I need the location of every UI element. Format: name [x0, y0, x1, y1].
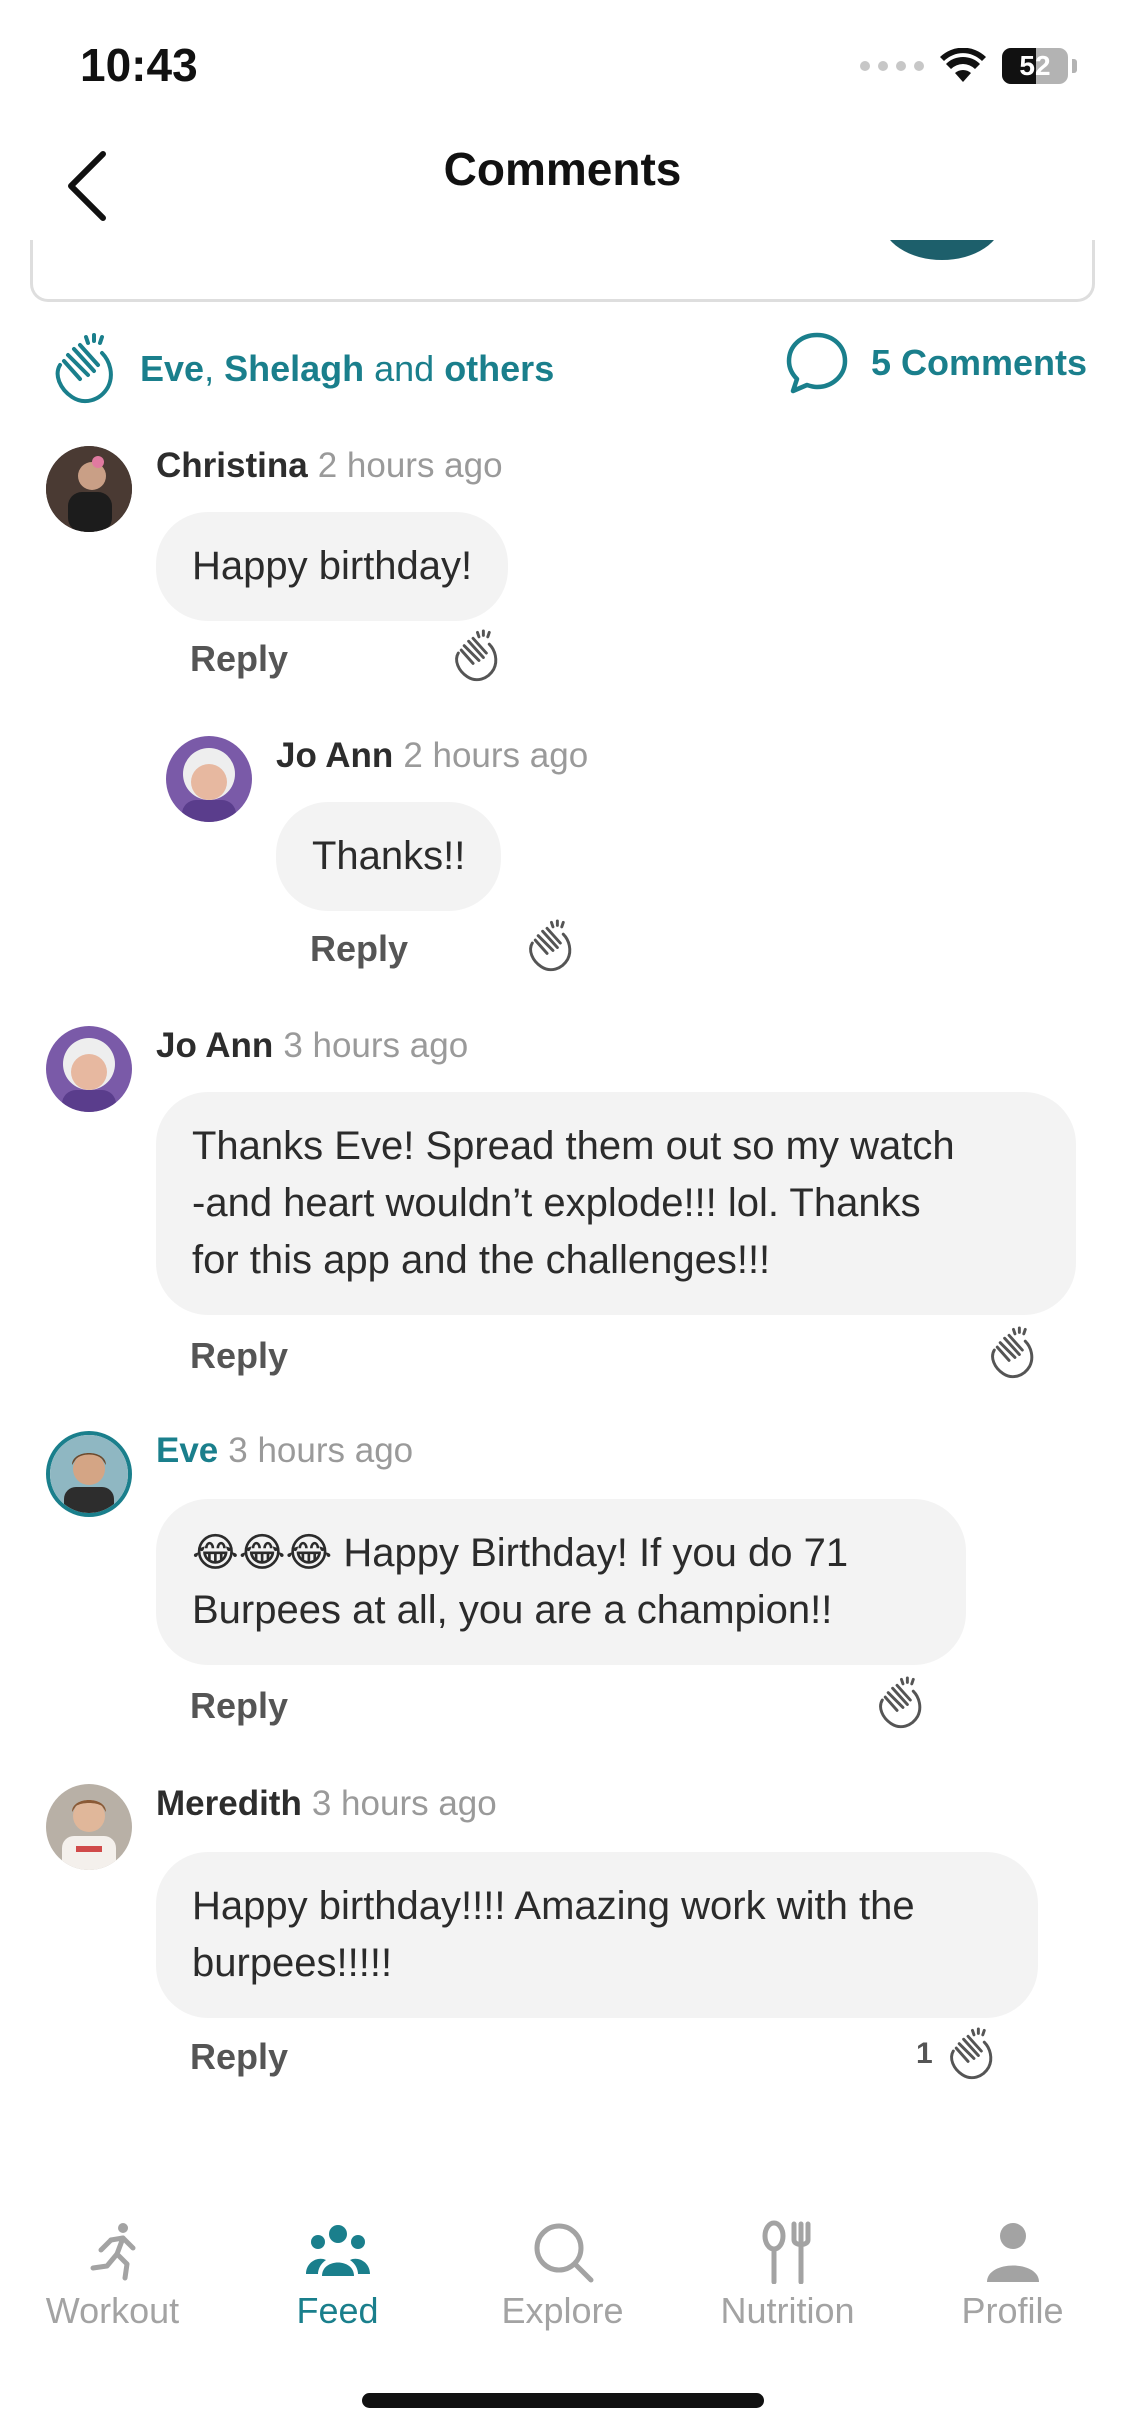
- tab-bar: Workout Feed Explore Nutrition Profile: [0, 2200, 1125, 2340]
- clap-button[interactable]: [872, 1675, 928, 1731]
- reply-button[interactable]: Reply: [190, 638, 288, 680]
- comment-item: Meredith 3 hours ago Happy birthday!!!! A…: [0, 1778, 1125, 2108]
- liker-and: and: [364, 348, 445, 389]
- fork-knife-icon: [762, 2220, 810, 2284]
- wifi-icon: [940, 48, 986, 82]
- clap-button[interactable]: [448, 628, 504, 684]
- comment-item: Jo Ann 3 hours ago Thanks Eve! Spread the…: [0, 1020, 1125, 1400]
- likers-text: Eve, Shelagh and others: [140, 348, 554, 390]
- avatar[interactable]: [46, 1784, 132, 1870]
- page-title: Comments: [443, 143, 682, 195]
- clap-count: 1: [916, 2037, 933, 2070]
- reactions-row: Eve, Shelagh and others 5 Comments: [0, 325, 1125, 415]
- post-image: [882, 240, 1002, 260]
- runner-icon: [90, 2223, 135, 2281]
- comment-time: 2 hours ago: [403, 736, 589, 775]
- comment-meta: Jo Ann 2 hours ago: [276, 736, 588, 776]
- reply-button[interactable]: Reply: [310, 928, 408, 970]
- person-icon: [986, 2223, 1039, 2282]
- comment-reply-item: Jo Ann 2 hours ago Thanks!! Reply: [0, 730, 1125, 990]
- comment-text: Thanks!!: [312, 834, 466, 878]
- clap-button[interactable]: 1: [916, 2026, 999, 2082]
- likers-others[interactable]: others: [444, 348, 554, 389]
- liker-separator: ,: [204, 348, 225, 389]
- comment-text-line: Thanks Eve! Spread them out so my watch: [192, 1124, 955, 1168]
- tab-label: Feed: [296, 2290, 379, 2331]
- comment-author[interactable]: Meredith: [156, 1784, 302, 1823]
- liker-name[interactable]: Shelagh: [224, 348, 364, 389]
- comment-text-line: Burpees at all, you are a champion!!: [192, 1588, 833, 1632]
- battery-nub: [1072, 59, 1077, 73]
- comment-bubble: Happy birthday!!!! Amazing work with the…: [156, 1852, 1038, 2018]
- comment-time: 3 hours ago: [228, 1431, 414, 1470]
- comment-bubble: Happy birthday!: [156, 512, 509, 621]
- comment-time: 2 hours ago: [317, 446, 503, 485]
- clap-icon: [529, 919, 572, 972]
- avatar[interactable]: [46, 1431, 132, 1517]
- comment-text-line: burpees!!!!!: [192, 1941, 393, 1985]
- comment-bubble: 😂😂😂 Happy Birthday! If you do 71 Burpees…: [156, 1499, 966, 1665]
- clap-icon: [991, 1326, 1034, 1379]
- comment-text-line: 😂😂😂 Happy Birthday! If you do 71: [192, 1531, 849, 1575]
- comment-bubble-icon: [786, 332, 848, 394]
- comment-author[interactable]: Eve: [156, 1431, 218, 1470]
- clap-icon: [455, 629, 498, 682]
- post-card[interactable]: [30, 240, 1095, 302]
- status-bar: 10:43 52: [0, 0, 1125, 130]
- comment-text-line: -and heart wouldn’t explode!!! lol. Than…: [192, 1181, 921, 1225]
- comment-meta: Christina 2 hours ago: [156, 446, 503, 486]
- avatar[interactable]: [166, 736, 252, 822]
- home-indicator[interactable]: [362, 2393, 764, 2408]
- cellular-signal-icon: [860, 61, 924, 71]
- tab-label: Nutrition: [720, 2290, 855, 2331]
- comment-meta: Jo Ann 3 hours ago: [156, 1026, 468, 1066]
- comment-text-line: Happy birthday!!!! Amazing work with the: [192, 1884, 915, 1928]
- search-icon: [534, 2223, 593, 2283]
- avatar[interactable]: [46, 446, 132, 532]
- comment-time: 3 hours ago: [283, 1026, 469, 1065]
- clap-icon: [879, 1676, 922, 1729]
- battery-icon: 52: [1002, 48, 1068, 84]
- comment-text-line: for this app and the challenges!!!: [192, 1238, 771, 1282]
- tab-label: Profile: [961, 2290, 1064, 2331]
- tab-feed[interactable]: Feed: [225, 2200, 450, 2340]
- clap-icon: [55, 333, 113, 404]
- comment-author[interactable]: Christina: [156, 446, 308, 485]
- tab-profile[interactable]: Profile: [900, 2200, 1125, 2340]
- comment-bubble: Thanks!!: [276, 802, 502, 911]
- reply-button[interactable]: Reply: [190, 2036, 288, 2078]
- reply-button[interactable]: Reply: [190, 1335, 288, 1377]
- nav-header: Comments: [0, 120, 1125, 250]
- clap-summary[interactable]: Eve, Shelagh and others: [46, 331, 554, 407]
- comment-text: Happy birthday!: [192, 544, 473, 588]
- tab-label: Explore: [501, 2290, 624, 2331]
- comments-count: 5 Comments: [870, 342, 1087, 383]
- liker-name[interactable]: Eve: [140, 348, 204, 389]
- comment-meta: Eve 3 hours ago: [156, 1431, 413, 1471]
- comment-time: 3 hours ago: [311, 1784, 497, 1823]
- battery-level: 52: [1019, 50, 1051, 81]
- tab-workout[interactable]: Workout: [0, 2200, 225, 2340]
- status-icons: 52: [860, 48, 1077, 84]
- avatar[interactable]: [46, 1026, 132, 1112]
- comment-item: Christina 2 hours ago Happy birthday! Rep…: [0, 440, 1125, 700]
- comments-summary[interactable]: 5 Comments: [785, 331, 1087, 395]
- tab-nutrition[interactable]: Nutrition: [675, 2200, 900, 2340]
- tab-explore[interactable]: Explore: [450, 2200, 675, 2340]
- tab-label: Workout: [45, 2290, 180, 2331]
- people-icon: [305, 2225, 370, 2276]
- comment-item: Eve 3 hours ago 😂😂😂 Happy Birthday! If yo…: [0, 1425, 1125, 1755]
- clap-button[interactable]: [984, 1325, 1040, 1381]
- comment-meta: Meredith 3 hours ago: [156, 1784, 497, 1824]
- comment-author[interactable]: Jo Ann: [156, 1026, 273, 1065]
- clap-button[interactable]: [522, 918, 578, 974]
- status-time: 10:43: [80, 39, 198, 91]
- clap-icon: [949, 2027, 992, 2080]
- comment-bubble: Thanks Eve! Spread them out so my watch …: [156, 1092, 1076, 1315]
- comment-author[interactable]: Jo Ann: [276, 736, 393, 775]
- reply-button[interactable]: Reply: [190, 1685, 288, 1727]
